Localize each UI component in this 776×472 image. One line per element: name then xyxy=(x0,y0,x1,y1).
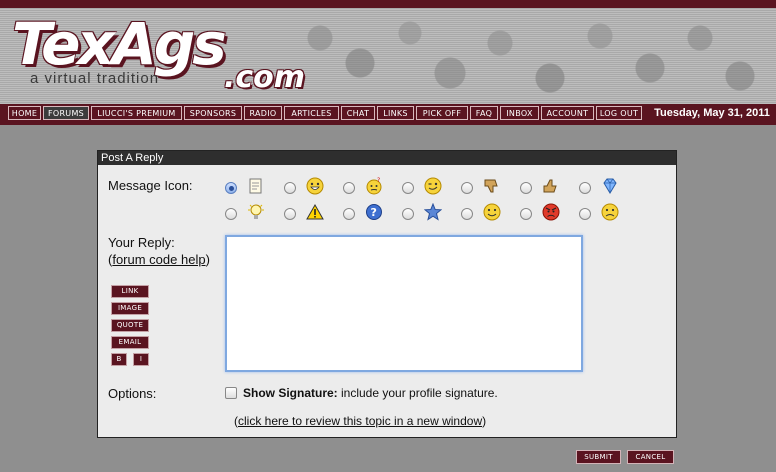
review-paren-close: ) xyxy=(482,414,487,428)
icon-radio-thumbs-down[interactable] xyxy=(461,182,473,194)
nav-faq[interactable]: FAQ xyxy=(470,106,498,120)
icon-radio-note[interactable] xyxy=(225,182,237,194)
logo-tagline: a virtual tradition xyxy=(30,70,160,87)
icon-radio-grin[interactable] xyxy=(284,182,296,194)
insert-quote-button[interactable]: QUOTE xyxy=(111,319,149,332)
wink-icon xyxy=(424,177,442,195)
nav-links[interactable]: LINKS xyxy=(377,106,414,120)
logo-domain: .com xyxy=(224,60,306,95)
nav-pick-off[interactable]: PICK OFF xyxy=(416,106,468,120)
nav-articles[interactable]: ARTICLES xyxy=(284,106,339,120)
icon-radio-wink[interactable] xyxy=(402,182,414,194)
nav-forums[interactable]: FORUMS xyxy=(43,106,89,120)
nav-home[interactable]: HOME xyxy=(8,106,41,120)
post-reply-panel: Post A Reply Message Icon: ? ? Your Repl… xyxy=(97,150,677,438)
submit-button[interactable]: SUBMIT xyxy=(576,450,621,464)
italic-button[interactable]: I xyxy=(133,353,149,366)
site-header: TexAgs .com a virtual tradition xyxy=(0,0,776,104)
nav-inbox[interactable]: INBOX xyxy=(500,106,539,120)
show-signature-checkbox[interactable] xyxy=(225,387,237,399)
smile-icon xyxy=(483,203,501,221)
nav-account[interactable]: ACCOUNT xyxy=(541,106,594,120)
icon-radio-thumbs-up[interactable] xyxy=(520,182,532,194)
bold-button[interactable]: B xyxy=(111,353,127,366)
header-top-bar xyxy=(0,0,776,8)
review-topic-link[interactable]: click here to review this topic in a new… xyxy=(238,414,482,428)
grin-icon xyxy=(306,177,324,195)
svg-text:?: ? xyxy=(377,177,380,184)
current-date: Tuesday, May 31, 2011 xyxy=(654,107,770,119)
nav-liuccis-premium[interactable]: LIUCCI'S PREMIUM xyxy=(91,106,182,120)
options-label: Options: xyxy=(108,386,157,401)
insert-email-button[interactable]: EMAIL xyxy=(111,336,149,349)
icon-radio-confused[interactable] xyxy=(343,182,355,194)
forum-code-help: (forum code help) xyxy=(108,252,210,267)
show-signature-text: Show Signature: include your profile sig… xyxy=(243,386,498,400)
confused-icon: ? xyxy=(366,177,382,195)
nav-radio[interactable]: RADIO xyxy=(244,106,282,120)
gem-icon xyxy=(603,178,617,194)
review-topic: (click here to review this topic in a ne… xyxy=(234,414,486,428)
show-signature-strong: Show Signature: xyxy=(243,386,338,400)
lightbulb-icon xyxy=(248,204,264,219)
reply-textarea[interactable] xyxy=(225,235,583,372)
nav-chat[interactable]: CHAT xyxy=(341,106,375,120)
message-icon-label: Message Icon: xyxy=(108,178,193,193)
nav-underline xyxy=(0,122,776,125)
icon-radio-star[interactable] xyxy=(402,208,414,220)
note-icon xyxy=(249,178,262,194)
show-signature-desc: include your profile signature. xyxy=(337,386,498,400)
panel-title: Post A Reply xyxy=(98,151,676,165)
reply-label: Your Reply: xyxy=(108,235,175,250)
svg-text:?: ? xyxy=(371,206,377,219)
angry-icon xyxy=(542,203,560,221)
icon-radio-gem[interactable] xyxy=(579,182,591,194)
question-icon: ? xyxy=(366,204,382,220)
cancel-button[interactable]: CANCEL xyxy=(627,450,674,464)
warning-icon xyxy=(306,203,324,220)
nav-log-out[interactable]: LOG OUT xyxy=(596,106,642,120)
help-paren-close: ) xyxy=(205,252,210,267)
icon-radio-frown[interactable] xyxy=(579,208,591,220)
insert-link-button[interactable]: LINK xyxy=(111,285,149,298)
thumbs-up-icon xyxy=(543,179,557,193)
insert-image-button[interactable]: IMAGE xyxy=(111,302,149,315)
star-icon xyxy=(424,203,442,221)
icon-radio-question[interactable] xyxy=(343,208,355,220)
main-nav: HOME FORUMS LIUCCI'S PREMIUM SPONSORS RA… xyxy=(0,104,776,122)
icon-radio-warning[interactable] xyxy=(284,208,296,220)
icon-radio-smile[interactable] xyxy=(461,208,473,220)
header-crowd-image xyxy=(300,8,776,104)
thumbs-down-icon xyxy=(484,179,498,193)
icon-radio-lightbulb[interactable] xyxy=(225,208,237,220)
site-logo[interactable]: TexAgs .com a virtual tradition xyxy=(12,10,312,100)
icon-radio-angry[interactable] xyxy=(520,208,532,220)
frown-icon xyxy=(601,203,619,221)
nav-sponsors[interactable]: SPONSORS xyxy=(184,106,242,120)
logo-wordmark: TexAgs xyxy=(12,10,227,78)
forum-code-help-link[interactable]: forum code help xyxy=(112,252,205,267)
